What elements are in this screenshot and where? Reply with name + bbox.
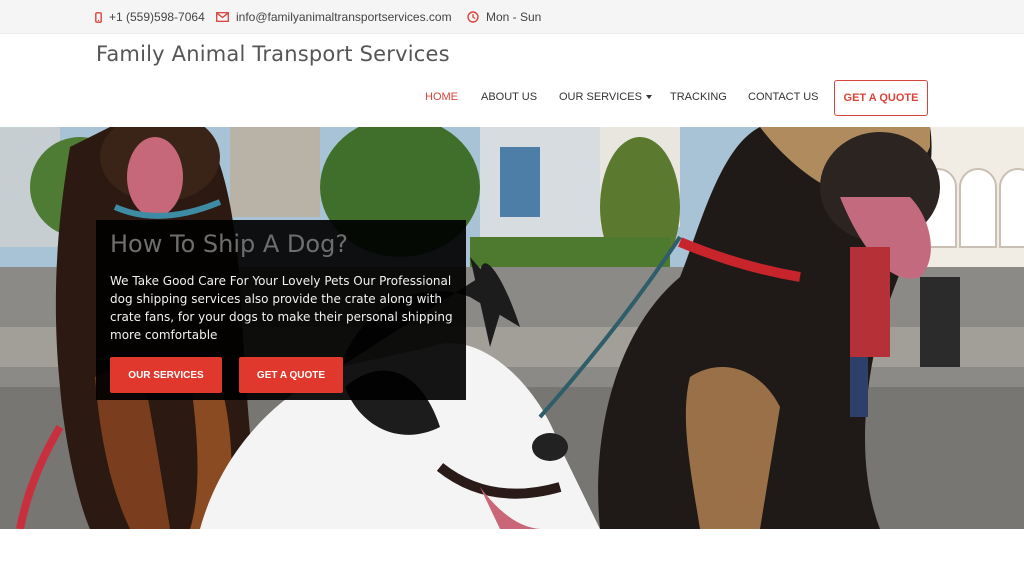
email-address: info@familyanimaltransportservices.com bbox=[236, 10, 452, 24]
top-contact-bar: +1 (559)598-7064 info@familyanimaltransp… bbox=[0, 0, 1024, 34]
nav-about[interactable]: ABOUT US bbox=[481, 91, 537, 103]
envelope-icon bbox=[216, 12, 229, 22]
clock-icon bbox=[467, 11, 479, 23]
email-contact[interactable]: info@familyanimaltransportservices.com bbox=[216, 0, 452, 34]
phone-contact[interactable]: +1 (559)598-7064 bbox=[95, 0, 205, 34]
hero-services-button[interactable]: OUR SERVICES bbox=[110, 357, 222, 393]
hero-quote-button[interactable]: GET A QUOTE bbox=[239, 357, 343, 393]
hero-title: How To Ship A Dog? bbox=[110, 230, 349, 258]
nav-contact[interactable]: CONTACT US bbox=[748, 91, 819, 103]
phone-icon bbox=[95, 11, 102, 23]
opening-hours: Mon - Sun bbox=[467, 0, 541, 34]
hero-text: We Take Good Care For Your Lovely Pets O… bbox=[110, 274, 453, 342]
nav-services[interactable]: OUR SERVICES bbox=[559, 91, 652, 103]
phone-number: +1 (559)598-7064 bbox=[109, 10, 205, 24]
nav-services-label: OUR SERVICES bbox=[559, 91, 642, 103]
site-brand[interactable]: Family Animal Transport Services bbox=[96, 42, 450, 66]
nav-tracking[interactable]: TRACKING bbox=[670, 91, 727, 103]
hours-text: Mon - Sun bbox=[486, 10, 542, 24]
hero-caption-box: How To Ship A Dog? We Take Good Care For… bbox=[96, 220, 466, 400]
caret-down-icon bbox=[645, 95, 652, 100]
header-quote-button[interactable]: GET A QUOTE bbox=[834, 80, 928, 116]
nav-home[interactable]: HOME bbox=[425, 91, 458, 103]
